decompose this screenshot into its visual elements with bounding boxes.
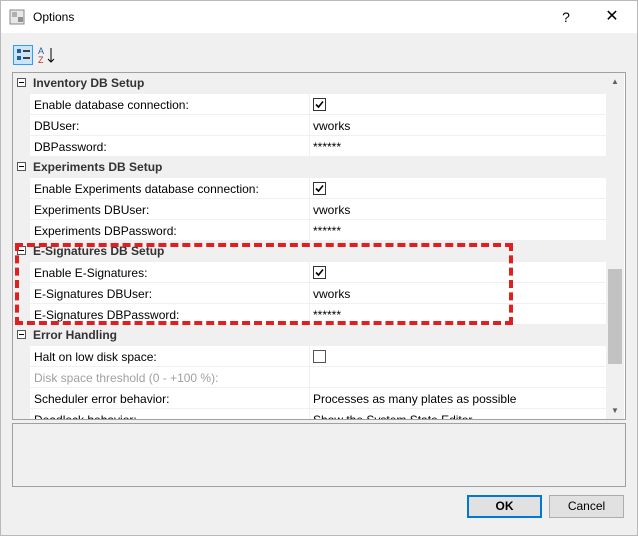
options-dialog: Options ? ✕ A Z Inventory DB Setup Enable… [0, 0, 638, 536]
alpha-glyph-z: Z [38, 55, 44, 65]
property-value[interactable]: ****** [313, 140, 341, 154]
category-label: Error Handling [33, 328, 118, 342]
property-row[interactable]: DBUser: vworks [13, 115, 606, 136]
column-divider[interactable] [309, 346, 310, 367]
window-title: Options [33, 10, 75, 24]
column-divider[interactable] [309, 136, 310, 157]
close-button[interactable]: ✕ [589, 1, 635, 33]
checked-checkbox[interactable] [313, 98, 326, 111]
scroll-down-icon[interactable]: ▼ [606, 402, 624, 419]
column-divider[interactable] [309, 367, 310, 388]
property-value[interactable]: ****** [313, 224, 341, 238]
checked-checkbox[interactable] [313, 266, 326, 279]
property-row[interactable]: Scheduler error behavior: Processes as ma… [13, 388, 606, 409]
column-divider[interactable] [309, 388, 310, 409]
property-value[interactable]: vworks [313, 203, 350, 217]
property-row[interactable]: Enable E-Signatures: [13, 262, 606, 283]
property-row[interactable]: DBPassword: ****** [13, 136, 606, 157]
category-row[interactable]: Inventory DB Setup [13, 73, 606, 94]
property-row[interactable]: E-Signatures DBUser: vworks [13, 283, 606, 304]
category-label: Experiments DB Setup [33, 160, 163, 174]
property-rows: Inventory DB Setup Enable database connec… [13, 73, 606, 420]
property-name: DBPassword: [34, 140, 107, 154]
property-name: Enable database connection: [34, 98, 189, 112]
column-divider[interactable] [309, 94, 310, 115]
property-value[interactable]: Processes as many plates as possible [313, 392, 516, 406]
column-divider[interactable] [309, 115, 310, 136]
property-row[interactable]: Deadlock behavior: Show the System State … [13, 409, 606, 420]
category-row[interactable]: Error Handling [13, 325, 606, 346]
collapse-icon[interactable] [17, 330, 26, 339]
help-button[interactable]: ? [543, 1, 589, 33]
column-divider[interactable] [309, 283, 310, 304]
row-gutter [13, 199, 30, 220]
property-name: DBUser: [34, 119, 80, 133]
description-pane [12, 423, 626, 487]
column-divider[interactable] [309, 178, 310, 199]
category-row[interactable]: E-Signatures DB Setup [13, 241, 606, 262]
alphabetical-sort-icon[interactable]: A Z [37, 45, 57, 65]
property-name: Deadlock behavior: [34, 413, 137, 420]
property-row[interactable]: Halt on low disk space: [13, 346, 606, 367]
vertical-scrollbar[interactable]: ▲ ▼ [606, 73, 624, 419]
collapse-icon[interactable] [17, 246, 26, 255]
column-divider[interactable] [309, 199, 310, 220]
cancel-button[interactable]: Cancel [549, 495, 624, 518]
checked-checkbox[interactable] [313, 182, 326, 195]
row-gutter [13, 94, 30, 115]
property-value[interactable]: Show the System State Editor [313, 413, 472, 419]
property-row[interactable]: Experiments DBUser: vworks [13, 199, 606, 220]
app-icon [9, 9, 25, 25]
property-row[interactable]: E-Signatures DBPassword: ****** [13, 304, 606, 325]
row-gutter [13, 115, 30, 136]
category-label: E-Signatures DB Setup [33, 244, 165, 258]
property-value[interactable]: ****** [313, 308, 341, 322]
property-name: Experiments DBPassword: [34, 224, 177, 238]
property-name: Scheduler error behavior: [34, 392, 170, 406]
row-gutter [13, 283, 30, 304]
scroll-thumb[interactable] [608, 269, 622, 364]
property-row[interactable]: Enable database connection: [13, 94, 606, 115]
row-gutter [13, 388, 30, 409]
column-divider[interactable] [309, 220, 310, 241]
property-row[interactable]: Experiments DBPassword: ****** [13, 220, 606, 241]
unchecked-checkbox[interactable] [313, 350, 326, 363]
row-gutter [13, 136, 30, 157]
property-name: Enable E-Signatures: [34, 266, 148, 280]
row-gutter [13, 304, 30, 325]
column-divider[interactable] [309, 262, 310, 283]
category-label: Inventory DB Setup [33, 76, 145, 90]
property-name: Disk space threshold (0 - +100 %): [34, 371, 219, 385]
row-gutter [13, 367, 30, 388]
scroll-up-icon[interactable]: ▲ [606, 73, 624, 90]
property-row[interactable]: Enable Experiments database connection: [13, 178, 606, 199]
property-grid[interactable]: Inventory DB Setup Enable database connec… [12, 72, 626, 420]
column-divider[interactable] [309, 304, 310, 325]
property-name: E-Signatures DBPassword: [34, 308, 180, 322]
title-bar: Options ? ✕ [1, 1, 637, 33]
ok-button[interactable]: OK [467, 495, 542, 518]
property-name: Enable Experiments database connection: [34, 182, 259, 196]
row-gutter [13, 220, 30, 241]
property-name: Halt on low disk space: [34, 350, 157, 364]
column-divider[interactable] [309, 409, 310, 419]
row-gutter [13, 409, 30, 419]
category-row[interactable]: Experiments DB Setup [13, 157, 606, 178]
property-name: Experiments DBUser: [34, 203, 150, 217]
collapse-icon[interactable] [17, 78, 26, 87]
property-row[interactable]: Disk space threshold (0 - +100 %): [13, 367, 606, 388]
property-value[interactable]: vworks [313, 119, 350, 133]
property-name: E-Signatures DBUser: [34, 287, 153, 301]
collapse-icon[interactable] [17, 162, 26, 171]
property-value[interactable]: vworks [313, 287, 350, 301]
property-toolbar: A Z [1, 33, 637, 71]
row-gutter [13, 178, 30, 199]
categorized-view-icon[interactable] [13, 45, 33, 65]
row-gutter [13, 346, 30, 367]
row-gutter [13, 262, 30, 283]
